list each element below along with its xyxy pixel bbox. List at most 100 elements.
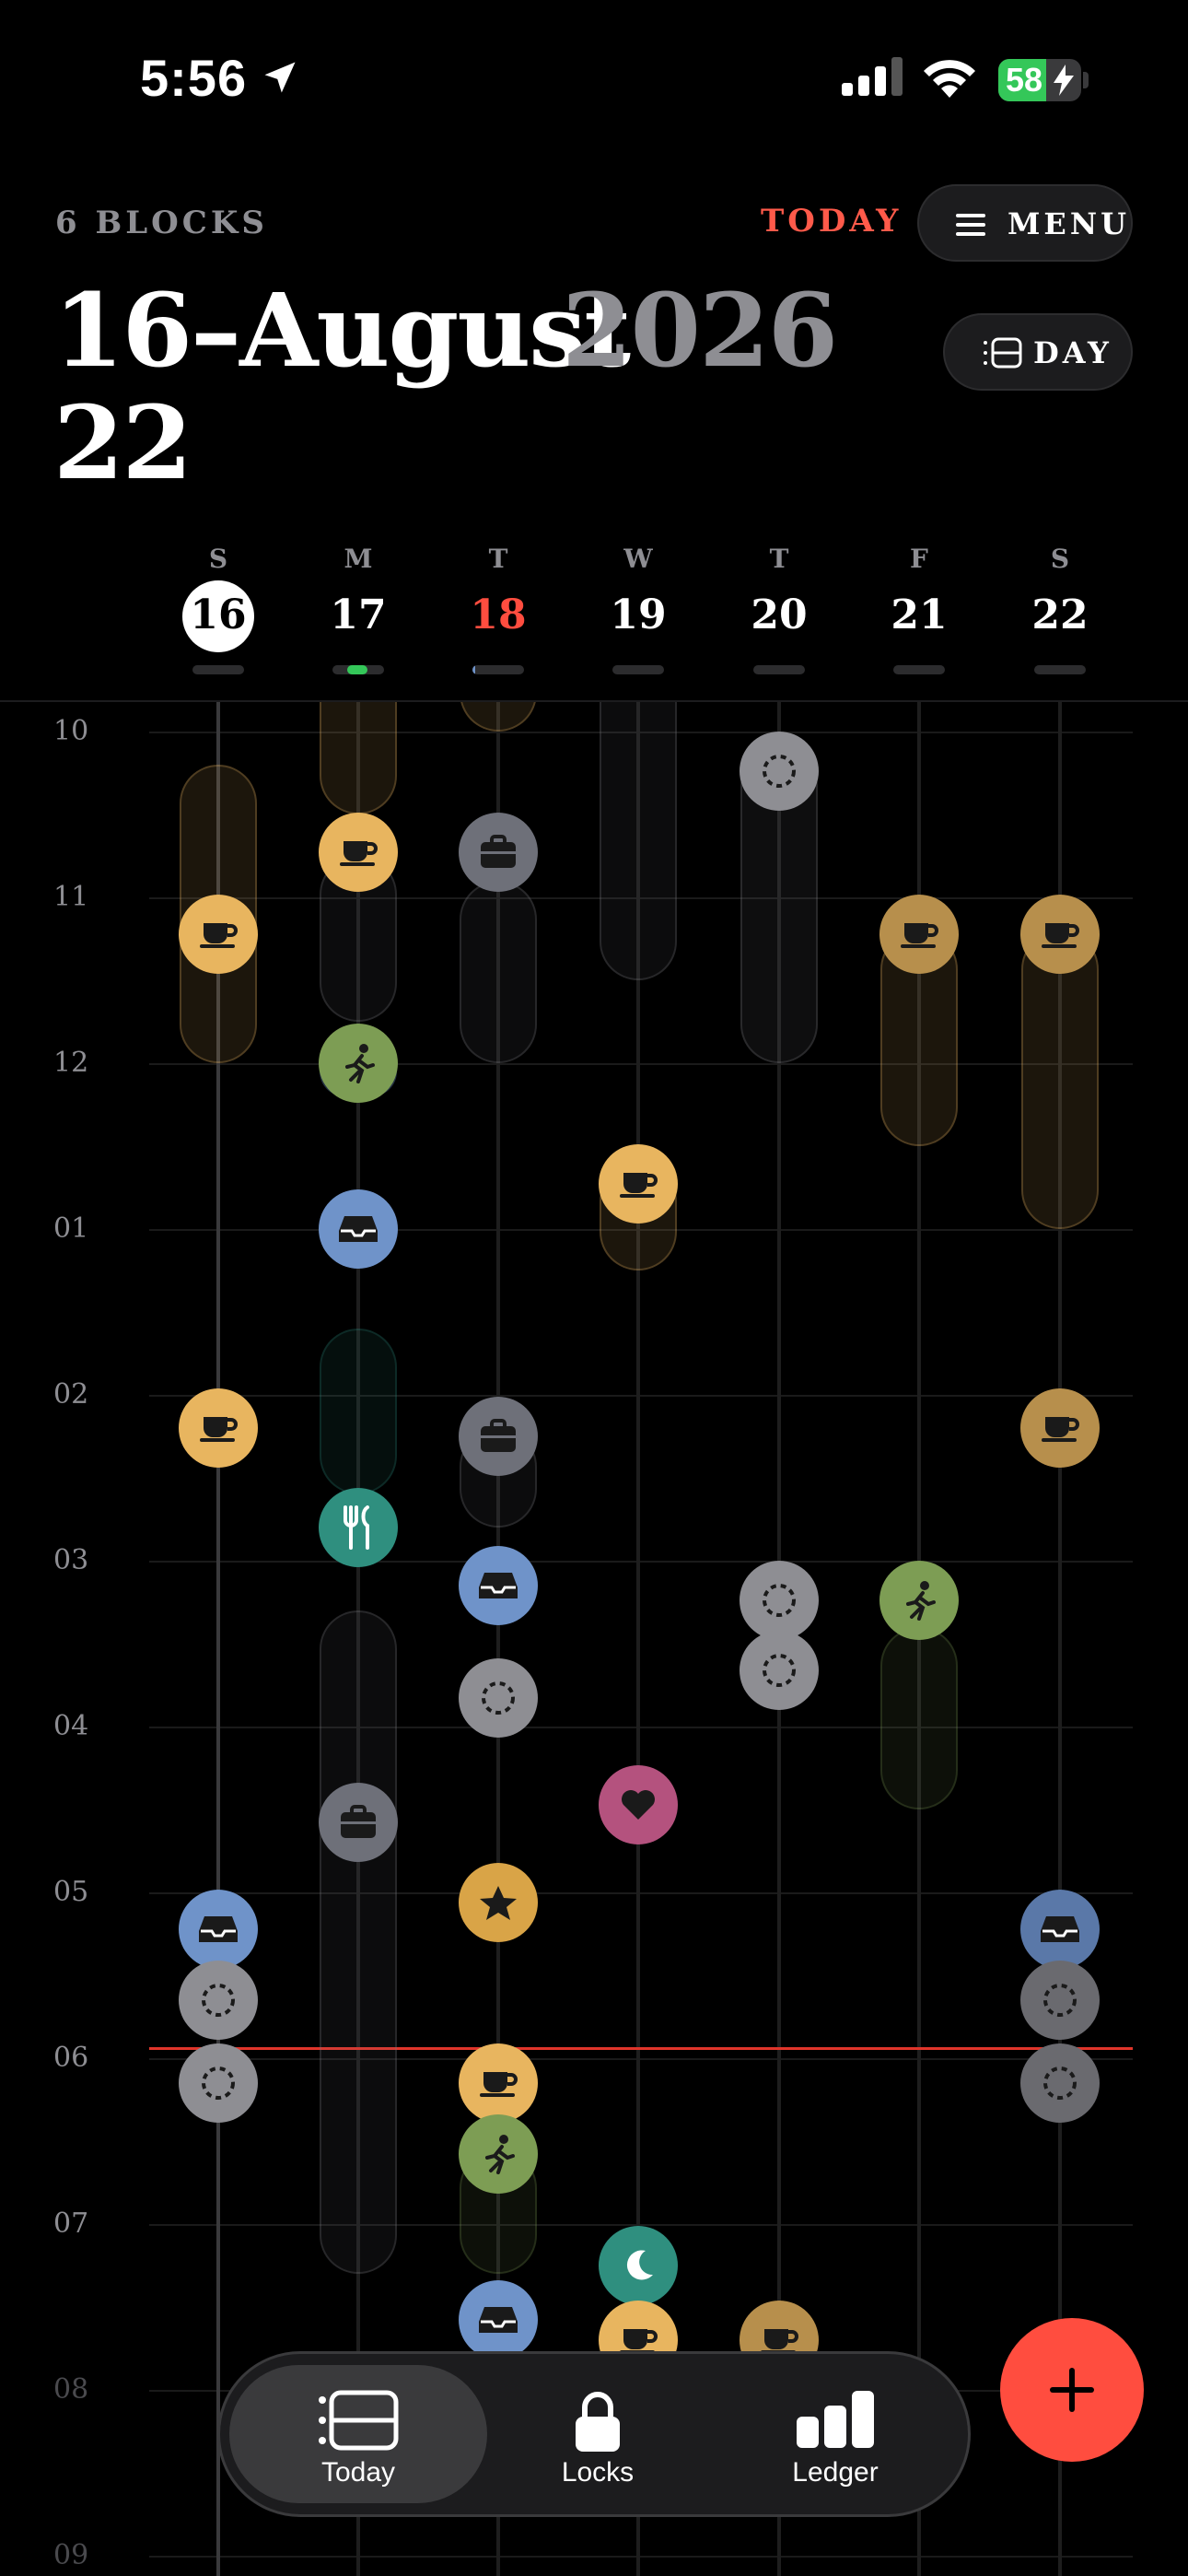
day-20[interactable]: 20 — [742, 586, 816, 645]
tab-locks-label: Locks — [561, 2457, 635, 2488]
run-icon[interactable] — [459, 2114, 538, 2195]
hour-label-12: 12 — [53, 1047, 89, 1079]
star-icon[interactable] — [459, 1862, 538, 1942]
weekday-label: T — [769, 544, 789, 574]
tab-ledger[interactable]: Ledger — [706, 2365, 964, 2503]
hour-label-09: 09 — [53, 2539, 89, 2571]
day-21[interactable]: 21 — [882, 586, 956, 645]
weekday-label: S — [1050, 544, 1070, 574]
time-block[interactable] — [320, 702, 397, 814]
tab-today-label: Today — [320, 2457, 396, 2488]
time-block[interactable] — [1021, 931, 1099, 1229]
cellular-signal-icon — [842, 57, 903, 96]
empty-icon[interactable] — [740, 1630, 819, 1710]
tab-today[interactable]: Today — [229, 2365, 487, 2503]
empty-icon[interactable] — [1020, 2043, 1100, 2123]
work-icon[interactable] — [459, 1397, 538, 1476]
hour-label-08: 08 — [53, 2373, 89, 2406]
inbox-icon[interactable] — [459, 1546, 538, 1625]
inbox-icon[interactable] — [179, 1889, 258, 1969]
hour-label-06: 06 — [53, 2042, 89, 2074]
wifi-icon — [924, 60, 975, 98]
menu-button[interactable]: MENU — [917, 184, 1133, 262]
empty-icon[interactable] — [179, 2043, 258, 2123]
hour-label-07: 07 — [53, 2207, 89, 2240]
day-22[interactable]: 22 — [1023, 586, 1097, 645]
menu-label: MENU — [1007, 206, 1130, 241]
calendar-grid[interactable]: 10 11 12 01 02 03 04 05 06 07 08 09 — [0, 702, 1188, 2576]
today-icon — [319, 2390, 399, 2451]
hour-label-03: 03 — [53, 1544, 89, 1576]
hour-label-04: 04 — [53, 1710, 89, 1742]
hour-line — [149, 1892, 1133, 1894]
view-mode-button[interactable]: DAY — [943, 313, 1133, 391]
time-block[interactable] — [600, 702, 677, 980]
title-date-end: 22 — [53, 383, 192, 502]
weekday-label: T — [488, 544, 508, 574]
day-progress-indicator — [472, 665, 524, 674]
current-time-line — [149, 2047, 1133, 2050]
inbox-icon[interactable] — [459, 2280, 538, 2360]
status-time: 5:56 — [140, 49, 248, 107]
hour-label-11: 11 — [53, 881, 89, 913]
view-mode-label: DAY — [1033, 335, 1112, 370]
day-progress-indicator — [893, 665, 945, 674]
inbox-icon[interactable] — [1020, 1889, 1100, 1969]
charging-bolt-icon — [1054, 64, 1074, 96]
coffee-icon[interactable] — [599, 1144, 678, 1224]
run-icon[interactable] — [879, 1561, 959, 1641]
add-block-button[interactable] — [1000, 2318, 1144, 2462]
location-arrow-icon — [264, 62, 296, 93]
day-progress-indicator — [1034, 665, 1086, 674]
today-button[interactable]: TODAY — [761, 203, 902, 240]
lock-icon — [576, 2392, 620, 2452]
day-view-icon — [984, 337, 1022, 369]
coffee-icon[interactable] — [879, 894, 959, 974]
page-title: 16–August 22 — [53, 271, 631, 502]
day-17[interactable]: 17 — [321, 586, 395, 645]
tab-ledger-label: Ledger — [792, 2457, 879, 2488]
coffee-icon[interactable] — [179, 894, 258, 974]
hour-line — [149, 1561, 1133, 1563]
plus-icon — [1050, 2368, 1094, 2412]
tab-bar: Today Locks Ledger — [217, 2351, 971, 2517]
empty-icon[interactable] — [1020, 1961, 1100, 2040]
battery-icon: 58 — [998, 59, 1081, 101]
food-icon[interactable] — [319, 1488, 398, 1567]
run-icon[interactable] — [319, 1024, 398, 1103]
coffee-icon[interactable] — [319, 813, 398, 893]
coffee-icon[interactable] — [1020, 894, 1100, 974]
moon-icon[interactable] — [599, 2226, 678, 2305]
time-block[interactable] — [320, 1329, 397, 1494]
work-icon[interactable] — [459, 813, 538, 893]
coffee-icon[interactable] — [1020, 1388, 1100, 1468]
time-block[interactable] — [460, 881, 537, 1063]
coffee-icon[interactable] — [459, 2043, 538, 2123]
day-19[interactable]: 19 — [601, 586, 675, 645]
time-block[interactable] — [460, 702, 537, 732]
weekday-label: M — [344, 544, 373, 574]
weekday-label: F — [910, 544, 928, 574]
work-icon[interactable] — [319, 1783, 398, 1863]
inbox-icon[interactable] — [319, 1189, 398, 1269]
coffee-icon[interactable] — [179, 1388, 258, 1468]
empty-icon[interactable] — [459, 1658, 538, 1739]
hour-label-02: 02 — [53, 1378, 89, 1411]
heart-icon[interactable] — [599, 1764, 678, 1844]
hour-line — [149, 2058, 1133, 2060]
hour-line — [149, 2556, 1133, 2558]
weekday-label: W — [623, 544, 653, 574]
ledger-icon — [797, 2391, 874, 2448]
empty-icon[interactable] — [179, 1961, 258, 2040]
time-block[interactable] — [320, 1610, 397, 2274]
day-18[interactable]: 18 — [461, 586, 535, 645]
hour-label-01: 01 — [53, 1212, 89, 1245]
hour-line — [149, 1395, 1133, 1397]
empty-icon[interactable] — [740, 732, 819, 812]
blocks-count: 6 BLOCKS — [55, 205, 268, 241]
title-date-range: 16–August — [53, 271, 631, 390]
empty-icon[interactable] — [740, 1561, 819, 1641]
tab-locks[interactable]: Locks — [469, 2365, 727, 2503]
time-block[interactable] — [880, 1627, 958, 1809]
day-16[interactable]: 16 — [181, 586, 255, 645]
